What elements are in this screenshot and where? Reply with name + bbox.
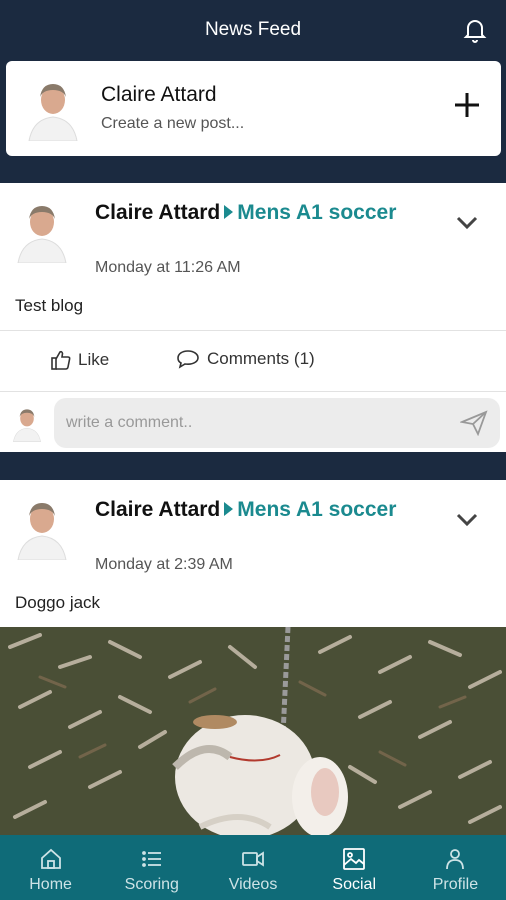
video-icon [242, 851, 264, 867]
avatar [10, 403, 44, 443]
tab-label: Scoring [124, 876, 179, 893]
post-header: Claire Attard Mens A1 soccer [95, 199, 435, 227]
comments-label: Comments (1) [207, 349, 315, 368]
comments-button[interactable]: Comments (1) [176, 349, 315, 369]
caret-right-icon [224, 205, 234, 220]
create-post-card[interactable]: Claire Attard Create a new post... [6, 61, 501, 156]
thumbs-up-icon [51, 350, 71, 370]
tab-label: Videos [228, 876, 278, 893]
author-name[interactable]: Claire Attard [95, 201, 220, 224]
top-bar: News Feed [0, 0, 506, 60]
post-timestamp: Monday at 11:26 AM [95, 259, 241, 276]
caret-right-icon [224, 502, 234, 517]
create-post-input[interactable]: Create a new post... [101, 115, 244, 133]
plus-icon[interactable] [453, 91, 481, 119]
bell-icon[interactable] [463, 17, 487, 43]
tab-label: Social [332, 876, 376, 893]
post-timestamp: Monday at 2:39 AM [95, 556, 233, 573]
tab-label: Profile [432, 876, 479, 893]
comment-input[interactable]: write a comment.. [54, 398, 500, 448]
group-name[interactable]: Mens A1 soccer [237, 201, 396, 224]
tab-home[interactable]: Home [0, 835, 101, 900]
home-icon [40, 848, 61, 869]
chevron-down-icon[interactable] [456, 513, 478, 527]
like-button[interactable]: Like [50, 349, 109, 371]
post-actions: Like Comments (1) [0, 331, 506, 391]
like-label: Like [78, 350, 110, 369]
post-text: Test blog [15, 296, 84, 315]
user-name: Claire Attard [101, 83, 217, 106]
tab-label: Home [29, 876, 72, 893]
tab-videos[interactable]: Videos [202, 835, 303, 900]
comment-placeholder: write a comment.. [66, 414, 193, 431]
bottom-tab-bar: Home Scoring Videos Social Profile [0, 835, 506, 900]
avatar [23, 75, 83, 141]
tab-profile[interactable]: Profile [405, 835, 506, 900]
person-icon [446, 849, 465, 870]
chevron-down-icon[interactable] [456, 216, 478, 230]
tab-social[interactable]: Social [304, 835, 405, 900]
avatar[interactable] [12, 197, 72, 263]
post-header: Claire Attard Mens A1 soccer [95, 496, 435, 524]
post-card: Claire Attard Mens A1 soccer Monday at 11… [0, 183, 506, 452]
post-text: Doggo jack [15, 593, 101, 612]
author-name[interactable]: Claire Attard [95, 498, 220, 521]
avatar[interactable] [12, 494, 72, 560]
comment-icon [177, 350, 199, 369]
page-title: News Feed [204, 19, 302, 40]
post-photo[interactable] [0, 627, 506, 835]
divider [0, 391, 506, 392]
post-card: Claire Attard Mens A1 soccer Monday at 2:… [0, 480, 506, 835]
tab-scoring[interactable]: Scoring [101, 835, 202, 900]
list-icon [141, 851, 161, 867]
image-icon [343, 848, 366, 870]
send-icon[interactable] [460, 410, 488, 436]
comment-composer: write a comment.. [0, 393, 506, 452]
group-name[interactable]: Mens A1 soccer [237, 498, 396, 521]
